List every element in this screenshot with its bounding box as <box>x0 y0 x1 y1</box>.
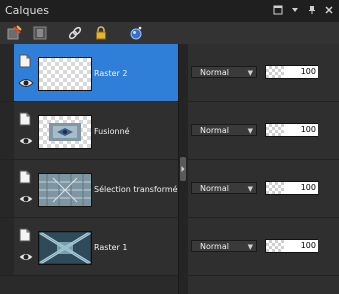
layer-names-column: Raster 2 Fusionné Sélection transformée … <box>0 44 182 294</box>
close-icon[interactable] <box>323 4 335 16</box>
effects-icon[interactable] <box>128 25 144 41</box>
dropdown-arrow-icon: ▼ <box>247 69 253 77</box>
blend-mode-select[interactable]: Normal ▼ <box>191 66 257 78</box>
splitter-grip-icon[interactable] <box>180 157 186 181</box>
layer-thumbnail <box>38 57 92 91</box>
blend-mode-select[interactable]: Normal ▼ <box>191 240 257 252</box>
layer-props-row: Normal ▼ 100 <box>188 102 339 160</box>
pin-icon[interactable] <box>306 4 318 16</box>
layer-row-selection-transformee[interactable]: Sélection transformée <box>0 160 182 218</box>
raster-layer-icon <box>19 228 31 242</box>
visibility-eye-icon[interactable] <box>18 77 34 89</box>
layer-props-row: Normal ▼ 100 <box>188 160 339 218</box>
visibility-eye-icon[interactable] <box>18 251 34 263</box>
blend-mode-select[interactable]: Normal ▼ <box>191 182 257 194</box>
layer-name: Raster 2 <box>94 69 128 78</box>
layer-name: Fusionné <box>94 127 130 136</box>
link-icon[interactable] <box>67 25 83 41</box>
raster-layer-icon <box>19 54 31 68</box>
layer-gutter <box>0 218 14 275</box>
opacity-field[interactable]: 100 <box>265 181 318 195</box>
opacity-value[interactable]: 100 <box>284 124 318 136</box>
blend-mode-value: Normal <box>200 184 229 193</box>
layer-gutter <box>0 160 14 217</box>
blend-mode-value: Normal <box>200 242 229 251</box>
blend-mode-value: Normal <box>200 68 229 77</box>
dropdown-arrow-icon: ▼ <box>247 185 253 193</box>
layer-gutter <box>0 102 14 159</box>
layer-row-raster-1[interactable]: Raster 1 <box>0 218 178 276</box>
dropdown-arrow-icon: ▼ <box>247 243 253 251</box>
raster-layer-icon <box>19 112 31 126</box>
blend-mode-select[interactable]: Normal ▼ <box>191 124 257 136</box>
visibility-eye-icon[interactable] <box>18 193 34 205</box>
opacity-value[interactable]: 100 <box>284 182 318 194</box>
layer-name: Sélection transformée <box>94 185 183 194</box>
opacity-value[interactable]: 100 <box>284 66 318 78</box>
layers-panel: Calques Raster 2 Fusionné Sélection tran… <box>0 0 339 294</box>
opacity-field[interactable]: 100 <box>265 123 318 137</box>
layer-props-row: Normal ▼ 100 <box>188 44 339 102</box>
opacity-field[interactable]: 100 <box>265 65 318 79</box>
visibility-eye-icon[interactable] <box>18 135 34 147</box>
layer-props-row: Normal ▼ 100 <box>188 218 339 276</box>
mask-icon[interactable] <box>32 25 48 41</box>
layer-properties-column: Normal ▼ 100 Normal ▼ 100 Normal ▼ 100 N… <box>188 44 339 294</box>
layer-row-fusionne[interactable]: Fusionné <box>0 102 178 160</box>
lock-icon[interactable] <box>93 25 109 41</box>
dropdown-icon[interactable] <box>289 4 301 16</box>
layers-toolbar <box>0 22 339 45</box>
restore-icon[interactable] <box>272 4 284 16</box>
blend-mode-value: Normal <box>200 126 229 135</box>
panel-title-bar: Calques <box>0 0 339 23</box>
layer-name: Raster 1 <box>94 243 128 252</box>
layer-thumbnail <box>38 231 92 265</box>
opacity-field[interactable]: 100 <box>265 239 318 253</box>
panel-title: Calques <box>5 4 49 17</box>
raster-layer-icon <box>19 170 31 184</box>
layer-row-raster-2[interactable]: Raster 2 <box>0 44 178 102</box>
layers-list: Raster 2 Fusionné Sélection transformée … <box>0 44 339 294</box>
layer-gutter <box>0 44 14 101</box>
layer-thumbnail <box>38 115 92 149</box>
opacity-value[interactable]: 100 <box>284 240 318 252</box>
title-controls <box>272 4 335 16</box>
dropdown-arrow-icon: ▼ <box>247 127 253 135</box>
layer-thumbnail <box>38 173 92 207</box>
new-layer-icon[interactable] <box>6 25 22 41</box>
